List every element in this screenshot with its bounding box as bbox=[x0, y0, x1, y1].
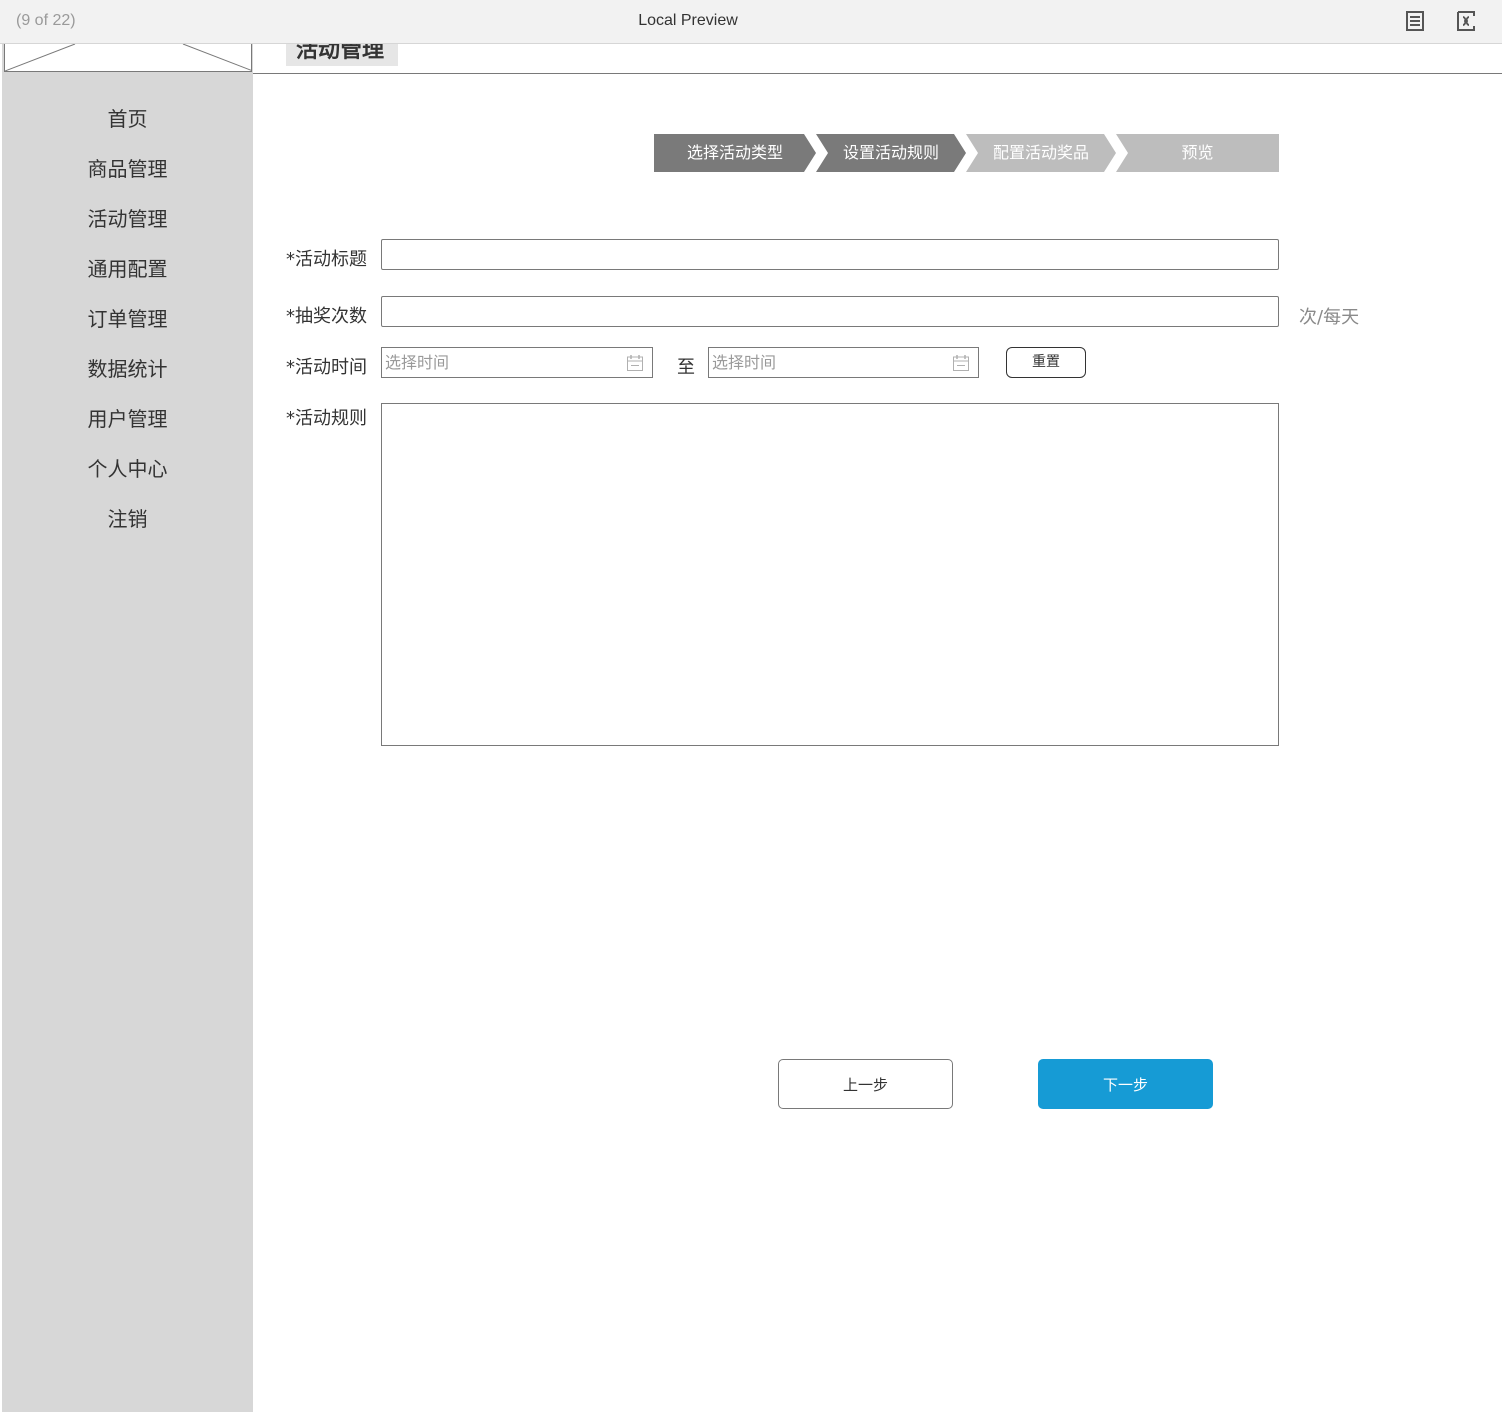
step-preview[interactable]: 预览 bbox=[1116, 134, 1279, 172]
activity-rules-label: *活动规则 bbox=[286, 408, 367, 429]
activity-time-label: *活动时间 bbox=[286, 357, 367, 378]
step-select-type[interactable]: 选择活动类型 bbox=[654, 134, 816, 172]
previous-step-button[interactable]: 上一步 bbox=[778, 1059, 953, 1109]
logo-placeholder-image bbox=[4, 44, 252, 72]
draw-count-input[interactable] bbox=[381, 296, 1279, 327]
calendar-icon[interactable] bbox=[626, 354, 644, 372]
sidebar-item-general-config[interactable]: 通用配置 bbox=[2, 252, 253, 302]
draw-count-unit: 次/每天 bbox=[1299, 307, 1360, 328]
sidebar-nav: 首页 商品管理 活动管理 通用配置 订单管理 数据统计 用户管理 个人中心 注销 bbox=[2, 102, 253, 552]
sidebar-item-statistics[interactable]: 数据统计 bbox=[2, 352, 253, 402]
page-title: 活动管理 bbox=[286, 44, 398, 66]
sidebar-item-activities[interactable]: 活动管理 bbox=[2, 202, 253, 252]
sidebar-item-products[interactable]: 商品管理 bbox=[2, 152, 253, 202]
activity-title-label: *活动标题 bbox=[286, 249, 367, 270]
activity-title-input[interactable] bbox=[381, 239, 1279, 270]
sidebar-item-orders[interactable]: 订单管理 bbox=[2, 302, 253, 352]
page-title-text: 活动管理 bbox=[296, 44, 385, 63]
start-date-input[interactable] bbox=[382, 348, 622, 377]
step-progress: 选择活动类型 设置活动规则 配置活动奖品 预览 bbox=[654, 134, 1279, 172]
sidebar-item-home[interactable]: 首页 bbox=[2, 102, 253, 152]
sidebar: 首页 商品管理 活动管理 通用配置 订单管理 数据统计 用户管理 个人中心 注销 bbox=[2, 44, 253, 1412]
calendar-icon[interactable] bbox=[952, 354, 970, 372]
next-step-button[interactable]: 下一步 bbox=[1038, 1059, 1213, 1109]
sidebar-item-profile[interactable]: 个人中心 bbox=[2, 452, 253, 502]
end-date-input[interactable] bbox=[709, 348, 949, 377]
notes-page-icon[interactable] bbox=[1404, 10, 1426, 32]
draw-count-label: *抽奖次数 bbox=[286, 306, 367, 327]
preview-title: Local Preview bbox=[638, 12, 738, 29]
sidebar-item-users[interactable]: 用户管理 bbox=[2, 402, 253, 452]
date-range-separator: 至 bbox=[677, 357, 695, 378]
sidebar-item-logout[interactable]: 注销 bbox=[2, 502, 253, 552]
reset-button[interactable]: 重置 bbox=[1006, 347, 1086, 378]
step-set-rules[interactable]: 设置活动规则 bbox=[816, 134, 966, 172]
start-date-picker[interactable] bbox=[381, 347, 653, 378]
activity-rules-textarea[interactable] bbox=[381, 403, 1279, 746]
step-configure-prizes[interactable]: 配置活动奖品 bbox=[966, 134, 1116, 172]
end-date-picker[interactable] bbox=[708, 347, 979, 378]
main-header: 活动管理 bbox=[253, 44, 1502, 74]
variables-icon[interactable] bbox=[1455, 10, 1477, 32]
preview-toolbar: (9 of 22) Local Preview bbox=[0, 0, 1502, 44]
